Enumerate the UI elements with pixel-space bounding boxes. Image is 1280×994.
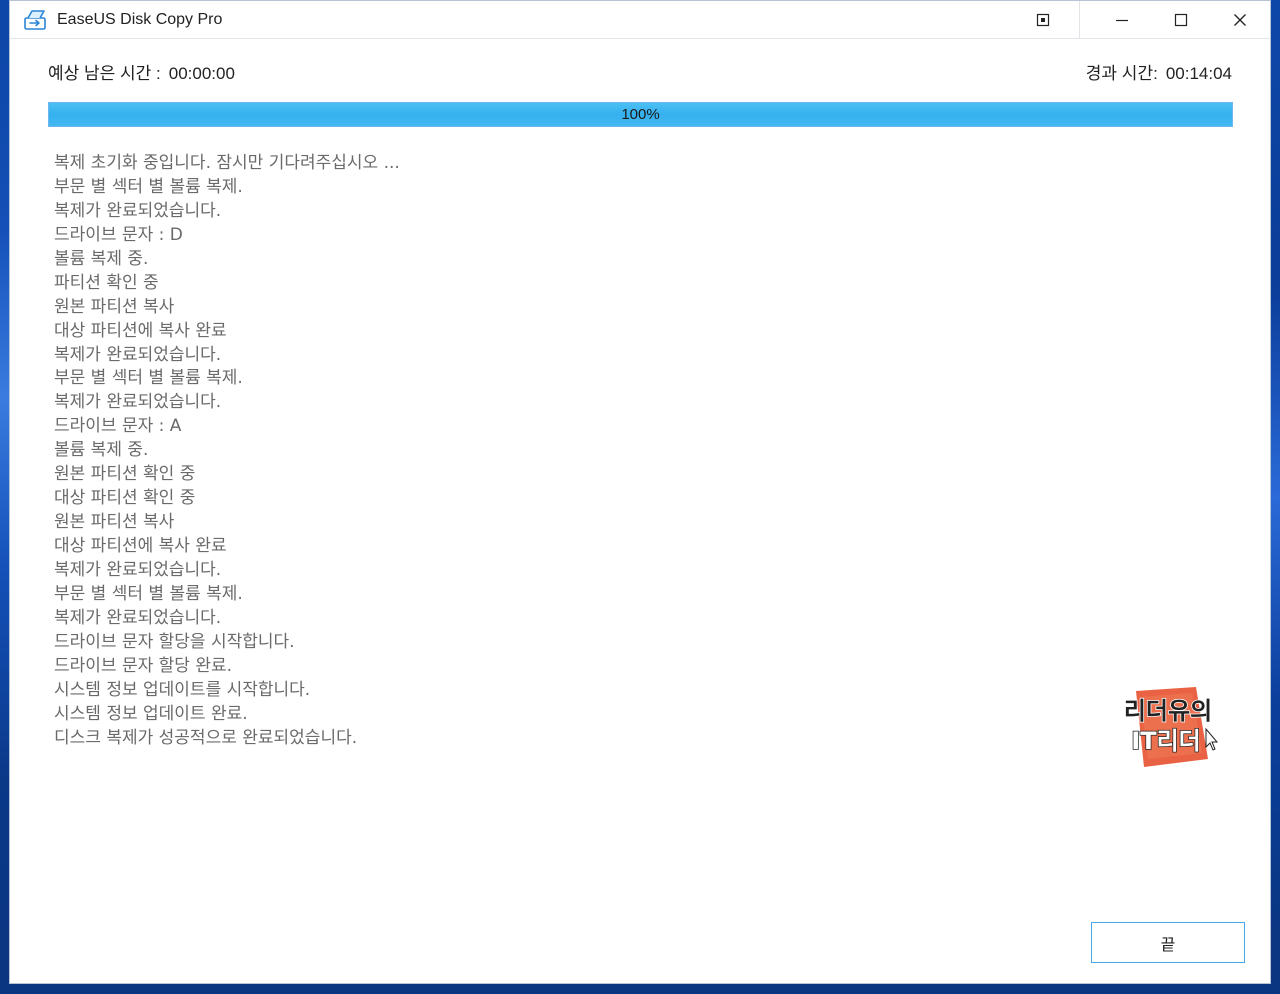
title-bar[interactable]: EaseUS Disk Copy Pro — [10, 1, 1270, 39]
elapsed-time: 경과 시간: 00:14:04 — [1086, 59, 1232, 84]
log-line: 복제가 완료되었습니다. — [54, 607, 222, 628]
log-line: 원본 파티션 확인 중 — [54, 464, 196, 485]
log-line: 원본 파티션 복사 — [54, 296, 175, 317]
log-line: 디스크 복제가 성공적으로 완료되었습니다. — [54, 727, 358, 748]
elapsed-time-value: 00:14:04 — [1165, 64, 1232, 83]
log-line: 시스템 정보 업데이트 완료. — [54, 703, 248, 724]
log-line: 부문 별 섹터 별 볼륨 복제. — [54, 176, 243, 197]
app-window: EaseUS Disk Copy Pro 예상 남은 시간 :00:00:00 … — [9, 0, 1271, 984]
log-line: 복제가 완료되었습니다. — [54, 559, 222, 580]
close-icon — [1234, 14, 1246, 26]
app-logo-icon — [24, 10, 46, 30]
pin-icon — [1036, 13, 1050, 27]
remaining-time-label: 예상 남은 시간 : — [48, 64, 161, 83]
log-line: 대상 파티션 확인 중 — [54, 488, 196, 509]
title-separator — [1079, 1, 1080, 39]
svg-text:IT리더: IT리더 — [1131, 727, 1200, 755]
log-line: 드라이브 문자 할당을 시작합니다. — [54, 631, 295, 652]
maximize-icon — [1174, 13, 1188, 27]
svg-text:리더유의: 리더유의 — [1124, 697, 1212, 725]
log-line: 원본 파티션 복사 — [54, 512, 175, 533]
log-line: 복제가 완료되었습니다. — [54, 200, 222, 221]
progress-label: 100% — [621, 106, 660, 123]
log-line: 시스템 정보 업데이트를 시작합니다. — [54, 679, 311, 700]
log-line: 드라이브 문자 : D — [54, 224, 183, 245]
elapsed-time-label: 경과 시간: — [1085, 64, 1158, 83]
log-line: 대상 파티션에 복사 완료 — [54, 536, 227, 556]
log-line: 대상 파티션에 복사 완료 — [54, 320, 227, 341]
progress-bar: 100% — [48, 102, 1233, 127]
log-line: 복제가 완료되었습니다. — [54, 344, 222, 365]
log-line: 볼륨 복제 중. — [54, 440, 149, 461]
log-line: 부문 별 섹터 별 볼륨 복제. — [54, 368, 243, 389]
log-line: 드라이브 문자 : A — [54, 416, 182, 437]
remaining-time-value: 00:00:00 — [168, 64, 235, 83]
close-button[interactable] — [1211, 1, 1269, 39]
log-line: 드라이브 문자 할당 완료. — [54, 655, 233, 676]
log-line: 부문 별 섹터 별 볼륨 복제. — [54, 583, 243, 604]
watermark-logo: 리더유의 IT리더 — [1123, 687, 1218, 767]
minimize-button[interactable] — [1093, 1, 1151, 39]
finish-button[interactable]: 끝 — [1091, 922, 1245, 963]
pin-button[interactable] — [1014, 1, 1072, 39]
log-line: 복제가 완료되었습니다. — [54, 392, 222, 413]
log-line: 파티션 확인 중 — [54, 272, 159, 293]
log-list: 복제 초기화 중입니다. 잠시만 기다려주십시오 ... 부문 별 섹터 별 볼륨… — [54, 152, 854, 750]
minimize-icon — [1116, 19, 1128, 22]
window-title: EaseUS Disk Copy Pro — [57, 11, 223, 28]
remaining-time: 예상 남은 시간 : 00:00:00 — [48, 59, 235, 84]
log-line: 볼륨 복제 중. — [54, 248, 149, 269]
log-line: 복제 초기화 중입니다. 잠시만 기다려주십시오 ... — [54, 153, 400, 173]
maximize-button[interactable] — [1152, 1, 1210, 39]
